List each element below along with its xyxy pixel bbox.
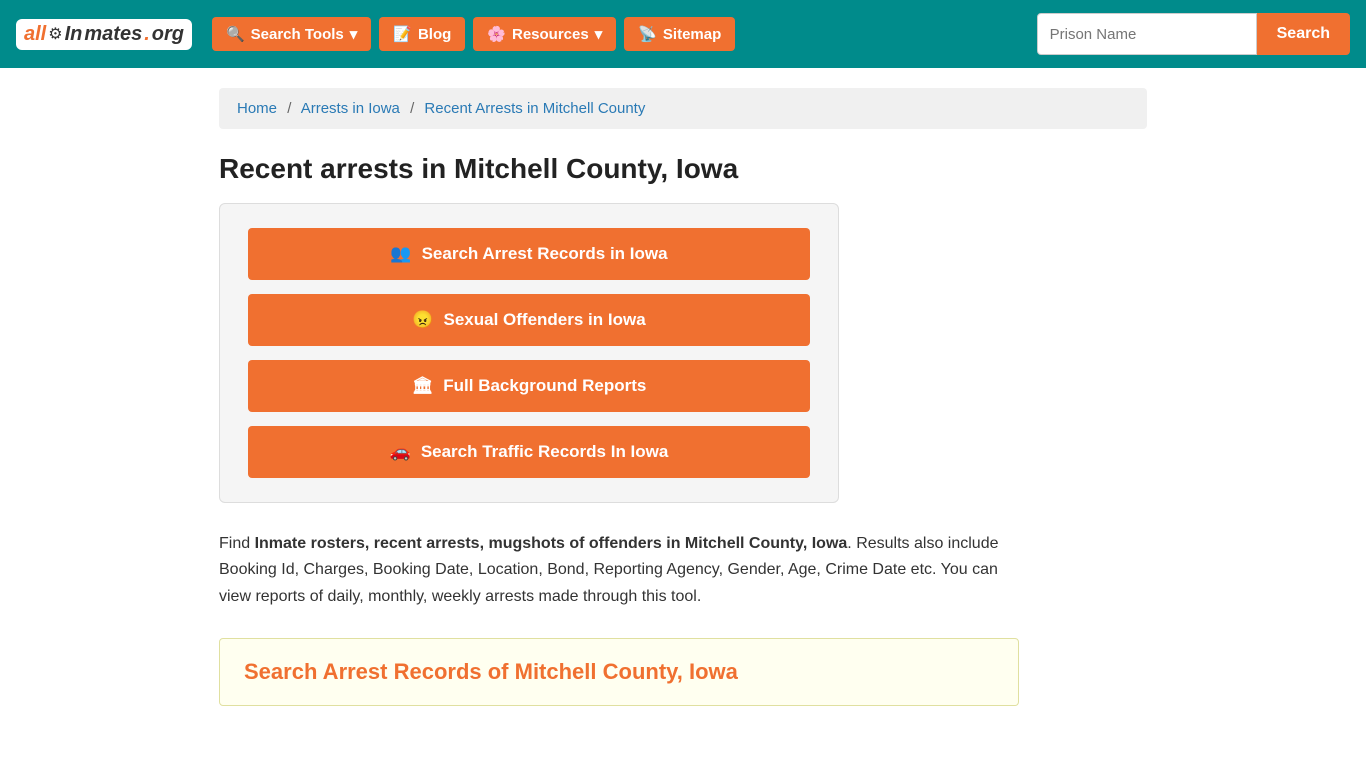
prison-search-input[interactable] bbox=[1037, 13, 1257, 55]
search-section-title: Search Arrest Records of Mitchell County… bbox=[244, 659, 994, 685]
traffic-records-label: Search Traffic Records In Iowa bbox=[421, 442, 669, 462]
breadcrumb-sep-2: / bbox=[410, 100, 414, 117]
description-text: Find Inmate rosters, recent arrests, mug… bbox=[219, 531, 1019, 610]
logo-text-all: all bbox=[24, 23, 46, 46]
car-icon: 🚗 bbox=[390, 442, 411, 462]
resources-label: Resources bbox=[512, 26, 589, 43]
logo-text-in: In bbox=[65, 23, 83, 46]
blog-button[interactable]: 📝 Blog bbox=[379, 17, 465, 51]
description-intro: Find bbox=[219, 535, 255, 552]
sitemap-icon: 📡 bbox=[638, 25, 657, 43]
logo-text-org: org bbox=[152, 23, 184, 46]
traffic-records-button[interactable]: 🚗 Search Traffic Records In Iowa bbox=[248, 426, 810, 478]
offender-icon: 😠 bbox=[412, 310, 433, 330]
building-icon: 🏛 bbox=[412, 376, 434, 396]
people-icon: 👥 bbox=[390, 244, 411, 264]
search-tools-icon: 🔍 bbox=[226, 25, 245, 43]
sitemap-button[interactable]: 📡 Sitemap bbox=[624, 17, 735, 51]
chevron-down-icon-resources: ▾ bbox=[595, 25, 603, 43]
search-tools-button[interactable]: 🔍 Search Tools ▾ bbox=[212, 17, 371, 51]
search-arrest-records-button[interactable]: 👥 Search Arrest Records in Iowa bbox=[248, 228, 810, 280]
breadcrumb-current: Recent Arrests in Mitchell County bbox=[424, 100, 645, 117]
prison-search-group: Search bbox=[1037, 13, 1350, 55]
logo-gear-icon: ⚙ bbox=[48, 24, 62, 44]
description-bold: Inmate rosters, recent arrests, mugshots… bbox=[255, 535, 848, 552]
resources-icon: 🌸 bbox=[487, 25, 506, 43]
blog-label: Blog bbox=[418, 26, 451, 43]
main-nav: all ⚙ In mates . org 🔍 Search Tools ▾ 📝 … bbox=[0, 0, 1366, 68]
chevron-down-icon: ▾ bbox=[350, 25, 358, 43]
action-buttons-box: 👥 Search Arrest Records in Iowa 😠 Sexual… bbox=[219, 203, 839, 503]
resources-button[interactable]: 🌸 Resources ▾ bbox=[473, 17, 616, 51]
prison-search-button[interactable]: Search bbox=[1257, 13, 1350, 55]
breadcrumb-sep-1: / bbox=[287, 100, 291, 117]
logo[interactable]: all ⚙ In mates . org bbox=[16, 19, 192, 50]
breadcrumb-arrests-iowa[interactable]: Arrests in Iowa bbox=[301, 100, 400, 117]
blog-icon: 📝 bbox=[393, 25, 412, 43]
search-arrest-records-label: Search Arrest Records in Iowa bbox=[422, 244, 668, 264]
search-button-label: Search bbox=[1277, 25, 1330, 42]
logo-dot: . bbox=[144, 23, 150, 46]
page-title: Recent arrests in Mitchell County, Iowa bbox=[219, 153, 1147, 185]
search-section-box: Search Arrest Records of Mitchell County… bbox=[219, 638, 1019, 706]
sexual-offenders-button[interactable]: 😠 Sexual Offenders in Iowa bbox=[248, 294, 810, 346]
background-reports-label: Full Background Reports bbox=[443, 376, 646, 396]
logo-text-mates: mates bbox=[84, 23, 142, 46]
sitemap-label: Sitemap bbox=[663, 26, 721, 43]
breadcrumb: Home / Arrests in Iowa / Recent Arrests … bbox=[219, 88, 1147, 129]
sexual-offenders-label: Sexual Offenders in Iowa bbox=[444, 310, 646, 330]
breadcrumb-home[interactable]: Home bbox=[237, 100, 277, 117]
background-reports-button[interactable]: 🏛 Full Background Reports bbox=[248, 360, 810, 412]
main-content: Home / Arrests in Iowa / Recent Arrests … bbox=[203, 68, 1163, 726]
search-tools-label: Search Tools bbox=[251, 26, 344, 43]
